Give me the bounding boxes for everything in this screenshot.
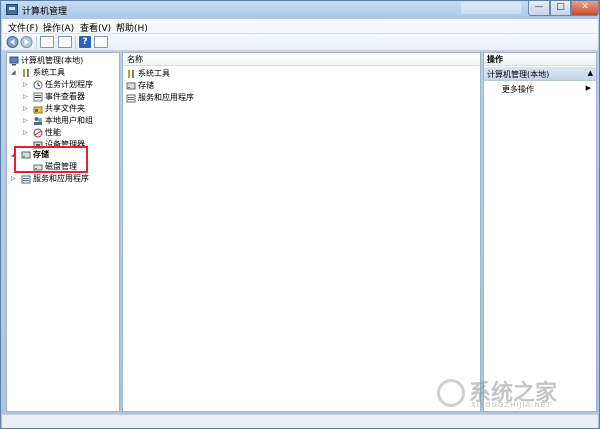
minimize-button[interactable]: — bbox=[528, 1, 550, 16]
collapse-arrow-icon[interactable]: ▷ bbox=[23, 127, 28, 139]
collapse-arrow-icon[interactable]: ▷ bbox=[23, 91, 28, 103]
collapse-arrow-icon[interactable]: ▷ bbox=[23, 115, 28, 127]
shared-folder-icon bbox=[33, 106, 43, 114]
watermark-logo-icon bbox=[437, 379, 465, 407]
event-viewer-icon bbox=[33, 92, 43, 102]
show-hide-action-pane-icon[interactable] bbox=[94, 36, 108, 48]
computer-management-icon bbox=[9, 56, 19, 66]
tools-icon bbox=[128, 70, 134, 78]
list-header: 名称 bbox=[123, 53, 480, 66]
menu-help[interactable]: 帮助(H) bbox=[116, 21, 148, 34]
toolbar: ? bbox=[2, 34, 598, 51]
services-icon bbox=[126, 94, 136, 103]
collapse-arrow-icon[interactable]: ▷ bbox=[23, 79, 28, 91]
console-tree-icon[interactable] bbox=[40, 36, 54, 48]
performance-icon bbox=[33, 128, 43, 138]
help-icon[interactable]: ? bbox=[79, 36, 91, 48]
collapse-arrow-icon[interactable]: ▷ bbox=[11, 173, 16, 185]
maximize-button[interactable]: □ bbox=[550, 1, 571, 16]
arrow-right-icon[interactable] bbox=[20, 36, 33, 48]
clock-icon bbox=[33, 80, 43, 90]
submenu-arrow-icon: ▶ bbox=[585, 84, 591, 92]
console-tree: 计算机管理(本地) ◢ 系统工具 ▷ 任务计划程序 ▷ 事件查看器 ▷ 共享文件… bbox=[6, 52, 120, 412]
menu-view[interactable]: 查看(V) bbox=[80, 21, 111, 34]
toolbar-separator bbox=[75, 36, 76, 49]
column-header-name[interactable]: 名称 bbox=[127, 54, 143, 65]
title-blur-region bbox=[461, 2, 521, 14]
users-icon bbox=[34, 117, 42, 125]
menu-action[interactable]: 操作(A) bbox=[43, 21, 74, 34]
title-bar[interactable]: 计算机管理 — □ ✕ bbox=[1, 1, 599, 19]
toolbar-separator bbox=[36, 36, 37, 49]
storage-icon bbox=[126, 82, 136, 90]
window: 计算机管理 — □ ✕ 文件(F) 操作(A) 查看(V) 帮助(H) ? 计算… bbox=[0, 0, 600, 429]
properties-icon[interactable] bbox=[58, 36, 72, 48]
window-title: 计算机管理 bbox=[22, 7, 68, 17]
collapse-caret-icon[interactable]: ▲ bbox=[588, 69, 593, 77]
actions-pane: 操作 计算机管理(本地) ▲ 更多操作 ▶ bbox=[483, 52, 597, 412]
status-bar bbox=[2, 414, 598, 428]
services-icon bbox=[21, 175, 31, 184]
results-pane: 名称 系统工具 存储 服务和应用程序 bbox=[122, 52, 481, 412]
collapse-arrow-icon[interactable]: ▷ bbox=[23, 103, 28, 115]
close-button[interactable]: ✕ bbox=[571, 1, 599, 16]
watermark: 系统之家 XITONGZHIJIA.NET bbox=[431, 373, 596, 413]
more-actions-item[interactable]: 更多操作 bbox=[502, 84, 534, 95]
menu-file[interactable]: 文件(F) bbox=[8, 21, 38, 34]
storage-highlight-box bbox=[14, 146, 88, 173]
arrow-left-icon[interactable] bbox=[6, 36, 19, 48]
computer-management-icon bbox=[6, 4, 18, 15]
actions-header: 操作 bbox=[484, 53, 596, 66]
menu-bar: 文件(F) 操作(A) 查看(V) 帮助(H) bbox=[2, 19, 598, 34]
actions-section-header[interactable]: 计算机管理(本地) ▲ bbox=[484, 67, 596, 81]
expand-arrow-icon[interactable]: ◢ bbox=[11, 67, 16, 79]
tools-icon bbox=[23, 69, 29, 77]
